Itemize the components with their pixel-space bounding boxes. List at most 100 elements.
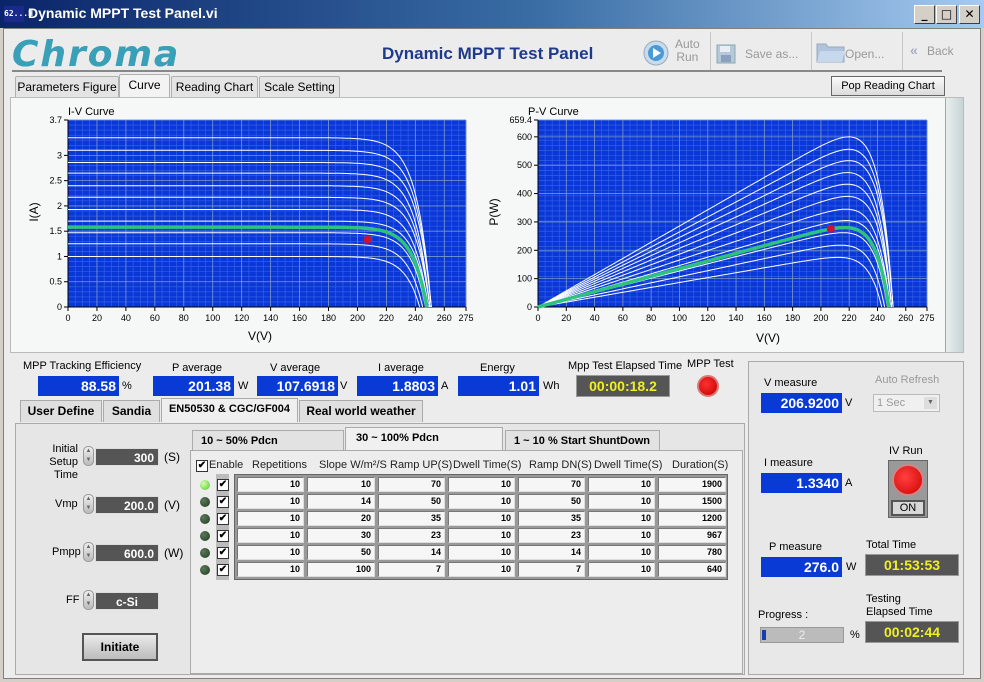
tab-1-10-start-shutdown[interactable]: 1 ~ 10 % Start ShuntDown [505, 430, 660, 452]
table-cell[interactable]: 10 [588, 494, 655, 509]
table-cell[interactable]: 10 [307, 477, 375, 492]
tab-user-define[interactable]: User Define [20, 400, 102, 422]
table-cell[interactable]: 10 [448, 562, 515, 577]
initial-setup-time-input[interactable]: 300 [95, 448, 159, 466]
table-cell[interactable]: 14 [378, 545, 445, 560]
chevron-down-icon[interactable]: ▼ [924, 397, 937, 409]
table-cell[interactable]: 1200 [658, 511, 726, 526]
x-tick-label: 40 [590, 313, 600, 323]
table-cell[interactable]: 10 [448, 494, 515, 509]
tab-30-100-pdcn[interactable]: 30 ~ 100% Pdcn [345, 427, 503, 451]
pop-reading-chart-button[interactable]: Pop Reading Chart [831, 76, 945, 96]
table-cell[interactable]: 70 [378, 477, 445, 492]
tab-sandia[interactable]: Sandia [103, 400, 160, 422]
table-cell[interactable]: 14 [307, 494, 375, 509]
table-cell[interactable]: 100 [307, 562, 375, 577]
table-cell[interactable]: 70 [518, 477, 585, 492]
auto-refresh-value: 1 Sec [877, 397, 906, 409]
table-cell[interactable]: 967 [658, 528, 726, 543]
row-enable-checkbox[interactable]: ✔ [217, 564, 229, 576]
iv-run-label: IV Run [889, 445, 923, 457]
table-cell[interactable]: 1500 [658, 494, 726, 509]
x-tick-label: 180 [321, 313, 336, 323]
tab-10-50-pdcn[interactable]: 10 ~ 50% Pdcn [192, 430, 344, 452]
x-tick-label: 40 [121, 313, 131, 323]
table-cell[interactable]: 7 [378, 562, 445, 577]
x-tick-label: 140 [263, 313, 278, 323]
table-cell[interactable]: 10 [588, 545, 655, 560]
initial-setup-time-unit: (S) [164, 450, 180, 464]
auto-run-button[interactable]: Auto Run [643, 34, 707, 72]
y-tick-label: 0 [57, 302, 62, 312]
ff-spinner[interactable]: ▲ ▼ [83, 590, 94, 610]
table-cell[interactable]: 23 [518, 528, 585, 543]
table-cell[interactable]: 10 [588, 477, 655, 492]
initial-setup-time-spinner[interactable]: ▲ ▼ [83, 446, 94, 466]
v-average-label: V average [270, 362, 321, 374]
table-cell[interactable]: 780 [658, 545, 726, 560]
enable-all-checkbox[interactable]: ✔ [196, 460, 208, 472]
pv-chart-title: P-V Curve [528, 106, 579, 118]
row-enable-checkbox[interactable]: ✔ [217, 513, 229, 525]
back-button[interactable]: « Back [910, 34, 970, 72]
table-cell[interactable]: 10 [237, 528, 304, 543]
pv-x-axis-label: V(V) [756, 331, 780, 345]
vmp-input[interactable]: 200.0 [95, 496, 159, 514]
table-cell[interactable]: 10 [237, 477, 304, 492]
table-cell[interactable]: 10 [448, 528, 515, 543]
table-cell[interactable]: 50 [307, 545, 375, 560]
table-cell[interactable]: 10 [588, 562, 655, 577]
table-cell[interactable]: 10 [237, 511, 304, 526]
table-cell[interactable]: 30 [307, 528, 375, 543]
table-cell[interactable]: 20 [307, 511, 375, 526]
initiate-button[interactable]: Initiate [82, 633, 158, 661]
row-enable-checkbox[interactable]: ✔ [217, 496, 229, 508]
open-button[interactable]: Open... [816, 34, 902, 72]
minimize-button[interactable]: _ [914, 5, 935, 24]
v-measure-unit: V [845, 397, 853, 409]
table-cell[interactable]: 10 [237, 545, 304, 560]
table-cell[interactable]: 10 [448, 477, 515, 492]
tab-reading-chart[interactable]: Reading Chart [171, 76, 258, 98]
vmp-spinner[interactable]: ▲ ▼ [83, 494, 94, 514]
y-tick-label: 300 [517, 217, 532, 227]
table-cell[interactable]: 10 [588, 511, 655, 526]
close-button[interactable]: ✕ [959, 5, 980, 24]
table-cell[interactable]: 14 [518, 545, 585, 560]
table-cell[interactable]: 23 [378, 528, 445, 543]
tab-curve[interactable]: Curve [119, 74, 170, 98]
pmpp-spinner[interactable]: ▲ ▼ [83, 542, 94, 562]
table-cell[interactable]: 50 [378, 494, 445, 509]
tab-scale-setting[interactable]: Scale Setting [259, 76, 340, 98]
row-enable-checkbox[interactable]: ✔ [217, 530, 229, 542]
table-cell[interactable]: 1900 [658, 477, 726, 492]
tab-parameters-figure[interactable]: Parameters Figure [15, 76, 119, 98]
v-measure-value: 206.9200 [761, 393, 842, 413]
tab-en50530[interactable]: EN50530 & CGC/GF004 [161, 398, 298, 422]
table-cell[interactable]: 10 [237, 494, 304, 509]
table-cell[interactable]: 10 [448, 511, 515, 526]
pmpp-input[interactable]: 600.0 [95, 544, 159, 562]
table-cell[interactable]: 640 [658, 562, 726, 577]
save-as-button[interactable]: Save as... [716, 34, 806, 72]
p-average-unit: W [238, 380, 249, 392]
table-cell[interactable]: 35 [518, 511, 585, 526]
iv-run-button[interactable]: ON [888, 460, 928, 518]
table-cell[interactable]: 10 [237, 562, 304, 577]
x-tick-label: 160 [757, 313, 772, 323]
row-enable-checkbox[interactable]: ✔ [217, 547, 229, 559]
i-measure-value: 1.3340 [761, 473, 842, 493]
row-enable-checkbox[interactable]: ✔ [217, 479, 229, 491]
auto-refresh-select[interactable]: 1 Sec ▼ [873, 394, 940, 412]
table-cell[interactable]: 10 [448, 545, 515, 560]
table-cell[interactable]: 50 [518, 494, 585, 509]
energy-value: 1.01 [458, 376, 539, 396]
p-measure-value: 276.0 [761, 557, 842, 577]
maximize-button[interactable]: □ [936, 5, 957, 24]
table-cell[interactable]: 7 [518, 562, 585, 577]
x-tick-label: 80 [646, 313, 656, 323]
tab-real-world-weather[interactable]: Real world weather [299, 400, 423, 422]
ff-select[interactable]: c-Si [95, 592, 159, 610]
table-cell[interactable]: 35 [378, 511, 445, 526]
table-cell[interactable]: 10 [588, 528, 655, 543]
